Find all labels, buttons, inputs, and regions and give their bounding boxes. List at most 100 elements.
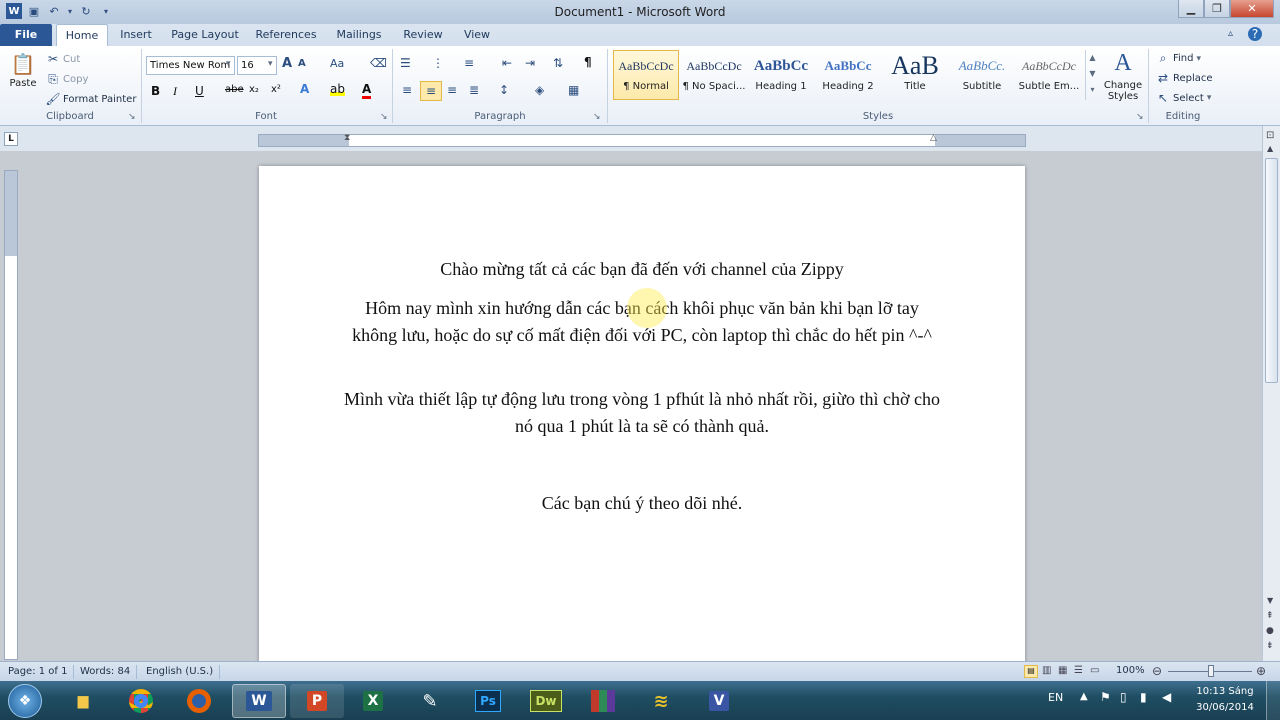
draft-icon[interactable]: ▭ bbox=[1090, 665, 1099, 676]
multilevel-list-icon[interactable]: ≡ bbox=[464, 56, 474, 70]
find-button[interactable]: ⌕ Find ▾ bbox=[1156, 51, 1201, 66]
chevron-down-icon[interactable]: ▾ bbox=[226, 59, 231, 69]
style-subtle-emphasis[interactable]: AaBbCcDc Subtle Em... bbox=[1016, 50, 1082, 100]
cut-button[interactable]: ✂ Cut bbox=[46, 51, 80, 67]
clipboard-launcher-icon[interactable]: ↘ bbox=[128, 112, 136, 122]
clear-formatting-icon[interactable]: ⌫ bbox=[370, 56, 387, 70]
style-heading-2[interactable]: AaBbCc Heading 2 bbox=[815, 50, 881, 100]
align-center-icon[interactable]: ≡ bbox=[420, 81, 442, 101]
volume-icon[interactable]: ◀ bbox=[1162, 690, 1171, 704]
scrollbar-thumb[interactable] bbox=[1265, 158, 1278, 383]
web-layout-icon[interactable]: ▦ bbox=[1058, 665, 1067, 676]
styles-launcher-icon[interactable]: ↘ bbox=[1136, 112, 1144, 122]
start-button-icon[interactable]: ❖ bbox=[8, 684, 42, 718]
format-painter-button[interactable]: 🖌 Format Painter bbox=[45, 91, 136, 107]
network-icon[interactable]: ▮ bbox=[1140, 690, 1147, 704]
view-ruler-icon[interactable]: ⊡ bbox=[1266, 130, 1274, 141]
dreamweaver-taskbar-icon[interactable]: Dw bbox=[521, 684, 571, 718]
print-layout-icon[interactable]: ▤ bbox=[1024, 665, 1038, 678]
clock-time[interactable]: 10:13 Sáng bbox=[1190, 686, 1260, 697]
next-page-icon[interactable]: ⇟ bbox=[1266, 641, 1274, 651]
tab-references[interactable]: References bbox=[250, 24, 322, 46]
language-status[interactable]: English (U.S.) bbox=[140, 665, 221, 679]
select-button[interactable]: ↖ Select ▾ bbox=[1156, 91, 1211, 105]
highlight-icon[interactable]: ab bbox=[330, 82, 345, 96]
numbering-icon[interactable]: ⋮ bbox=[432, 56, 444, 70]
excel-taskbar-icon[interactable]: X bbox=[348, 684, 398, 718]
show-desktop-button[interactable] bbox=[1266, 681, 1280, 720]
bold-button[interactable]: B bbox=[151, 84, 160, 98]
styles-scroll[interactable]: ▲ ▼ ▾ bbox=[1085, 50, 1099, 100]
style-heading-1[interactable]: AaBbCc Heading 1 bbox=[748, 50, 814, 100]
chrome-icon[interactable] bbox=[116, 684, 166, 718]
zoom-slider-thumb[interactable] bbox=[1208, 665, 1214, 677]
tab-insert[interactable]: Insert bbox=[112, 24, 160, 46]
tab-view[interactable]: View bbox=[456, 24, 498, 46]
clock-date[interactable]: 30/06/2014 bbox=[1190, 702, 1260, 713]
subscript-button[interactable]: x₂ bbox=[249, 84, 259, 95]
chevron-down-icon[interactable]: ▾ bbox=[268, 59, 273, 69]
scroll-down-icon[interactable]: ▼ bbox=[1267, 596, 1273, 605]
align-right-icon[interactable]: ≡ bbox=[447, 83, 457, 97]
notepad-icon[interactable]: ✎ bbox=[405, 684, 455, 718]
tab-review[interactable]: Review bbox=[396, 24, 450, 46]
show-formatting-icon[interactable]: ¶ bbox=[584, 55, 592, 69]
shading-icon[interactable]: ◈ bbox=[535, 83, 544, 97]
outline-icon[interactable]: ☰ bbox=[1074, 665, 1083, 676]
copy-button[interactable]: ⎘ Copy bbox=[46, 71, 88, 87]
document-paragraph[interactable]: Các bạn chú ý theo dõi nhé. bbox=[344, 490, 940, 517]
undo-dropdown-icon[interactable]: ▾ bbox=[62, 3, 78, 19]
change-styles-button[interactable]: A Change Styles bbox=[1102, 50, 1144, 102]
document-paragraph[interactable]: Mình vừa thiết lập tự động lưu trong vòn… bbox=[344, 386, 940, 439]
visio-taskbar-icon[interactable]: V bbox=[694, 684, 744, 718]
zoom-out-icon[interactable]: ⊖ bbox=[1152, 664, 1162, 678]
tab-home[interactable]: Home bbox=[56, 24, 108, 46]
tab-file[interactable]: File bbox=[0, 24, 52, 46]
paste-button[interactable]: 📋 Paste bbox=[6, 50, 40, 100]
indent-marker-icon[interactable]: △ bbox=[930, 133, 937, 143]
replace-button[interactable]: ⇄ Replace bbox=[1156, 71, 1213, 85]
file-explorer-icon[interactable]: ▆ bbox=[58, 684, 108, 718]
vertical-scrollbar[interactable]: ⊡ ▲ ▼ ⇞ ● ⇟ bbox=[1262, 126, 1280, 661]
customize-qat-icon[interactable]: ▾ bbox=[98, 3, 114, 19]
photoshop-taskbar-icon[interactable]: Ps bbox=[463, 684, 513, 718]
horizontal-ruler[interactable]: ⧗ △ bbox=[258, 133, 1026, 147]
battery-icon[interactable]: ▯ bbox=[1120, 690, 1127, 704]
word-count[interactable]: Words: 84 bbox=[74, 665, 138, 679]
sort-icon[interactable]: ⇅ bbox=[553, 56, 563, 70]
style-subtitle[interactable]: AaBbCc. Subtitle bbox=[949, 50, 1015, 100]
superscript-button[interactable]: x² bbox=[271, 84, 281, 95]
font-launcher-icon[interactable]: ↘ bbox=[380, 112, 388, 122]
undo-icon[interactable]: ↶ bbox=[46, 3, 62, 19]
font-name-combo[interactable]: Times New Rom bbox=[146, 56, 235, 75]
style-no-spacing[interactable]: AaBbCcDc ¶ No Spaci... bbox=[681, 50, 747, 100]
stack-app-icon[interactable]: ≋ bbox=[636, 684, 686, 718]
word-taskbar-icon[interactable]: W bbox=[232, 684, 286, 718]
decrease-indent-icon[interactable]: ⇤ bbox=[502, 56, 512, 70]
tab-page-layout[interactable]: Page Layout bbox=[166, 24, 244, 46]
increase-indent-icon[interactable]: ⇥ bbox=[525, 56, 535, 70]
full-screen-reading-icon[interactable]: ▥ bbox=[1042, 665, 1051, 676]
powerpoint-taskbar-icon[interactable]: P bbox=[290, 684, 344, 718]
text-effects-icon[interactable]: A bbox=[300, 82, 309, 96]
restore-button[interactable]: ❐ bbox=[1204, 0, 1230, 18]
minimize-ribbon-icon[interactable]: ▵ bbox=[1228, 28, 1233, 39]
close-button[interactable]: ✕ bbox=[1230, 0, 1274, 18]
firefox-icon[interactable] bbox=[174, 684, 224, 718]
shrink-font-icon[interactable]: A bbox=[298, 58, 306, 69]
italic-button[interactable]: I bbox=[173, 84, 177, 99]
paragraph-launcher-icon[interactable]: ↘ bbox=[593, 112, 601, 122]
style-normal[interactable]: AaBbCcDc ¶ Normal bbox=[613, 50, 679, 100]
zoom-in-icon[interactable]: ⊕ bbox=[1256, 664, 1266, 678]
underline-button[interactable]: U bbox=[195, 84, 204, 98]
save-icon[interactable]: ▣ bbox=[26, 3, 42, 19]
justify-icon[interactable]: ≣ bbox=[469, 83, 479, 97]
line-spacing-icon[interactable]: ↕ bbox=[499, 83, 509, 97]
show-hidden-icons-icon[interactable]: ▲ bbox=[1080, 691, 1088, 702]
tab-selector[interactable]: L bbox=[4, 132, 18, 146]
tab-mailings[interactable]: Mailings bbox=[330, 24, 388, 46]
word-logo-icon[interactable]: W bbox=[6, 3, 22, 19]
winrar-icon[interactable] bbox=[578, 684, 628, 718]
input-language[interactable]: EN bbox=[1048, 691, 1063, 704]
change-case-icon[interactable]: Aa bbox=[330, 57, 344, 70]
